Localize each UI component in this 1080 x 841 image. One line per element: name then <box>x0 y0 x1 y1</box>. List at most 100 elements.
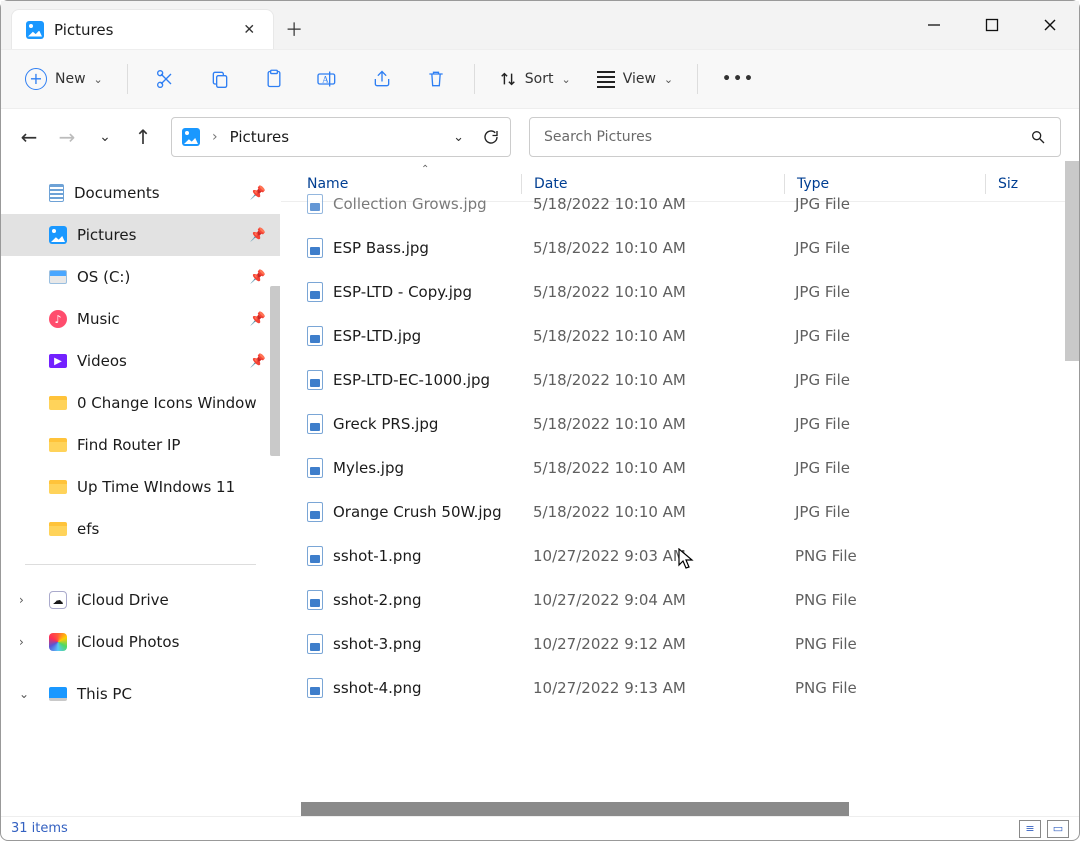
sidebar-item[interactable]: › iCloud Photos <box>1 621 280 663</box>
view-button[interactable]: View ⌄ <box>587 60 683 98</box>
vertical-scrollbar[interactable] <box>1065 121 1079 800</box>
cut-button[interactable] <box>142 60 190 98</box>
drive-icon <box>49 270 67 284</box>
sidebar-item[interactable]: Find Router IP <box>1 424 280 466</box>
minimize-button[interactable] <box>905 1 963 49</box>
tab-pictures[interactable]: Pictures ✕ <box>11 9 274 49</box>
sidebar-item-label: Up Time WIndows 11 <box>77 478 235 496</box>
pin-icon[interactable]: 📌 <box>250 312 266 327</box>
navigation-row: ← → ⌄ ↑ › Pictures ⌄ Search Pictures <box>1 109 1079 165</box>
file-type: JPG File <box>783 503 983 521</box>
chevron-right-icon[interactable]: › <box>19 635 24 649</box>
new-tab-button[interactable]: ＋ <box>274 9 314 49</box>
paste-button[interactable] <box>250 60 298 98</box>
address-bar[interactable]: › Pictures ⌄ <box>171 117 511 157</box>
file-type: JPG File <box>783 283 983 301</box>
tab-close-icon[interactable]: ✕ <box>243 22 255 38</box>
back-button[interactable]: ← <box>19 125 39 149</box>
chevron-down-icon[interactable]: ⌄ <box>19 687 29 701</box>
file-icon <box>307 634 323 654</box>
breadcrumb[interactable]: Pictures <box>230 128 289 146</box>
file-row[interactable]: ESP-LTD - Copy.jpg5/18/2022 10:10 AMJPG … <box>281 270 1079 314</box>
file-date: 10/27/2022 9:12 AM <box>521 635 783 653</box>
file-type: JPG File <box>783 459 983 477</box>
share-button[interactable] <box>358 60 406 98</box>
forward-button[interactable]: → <box>57 125 77 149</box>
sort-button[interactable]: Sort ⌄ <box>489 60 581 98</box>
recent-locations-button[interactable]: ⌄ <box>95 129 115 145</box>
sidebar-item-label: This PC <box>77 685 132 703</box>
separator <box>697 64 698 94</box>
rename-button[interactable]: A <box>304 60 352 98</box>
sidebar-item[interactable]: ♪ Music 📌 <box>1 298 280 340</box>
chevron-right-icon[interactable]: › <box>19 593 24 607</box>
maximize-button[interactable] <box>963 1 1021 49</box>
file-row[interactable]: sshot-4.png10/27/2022 9:13 AMPNG File <box>281 666 1079 710</box>
file-row[interactable]: ESP-LTD-EC-1000.jpg5/18/2022 10:10 AMJPG… <box>281 358 1079 402</box>
file-row[interactable]: sshot-2.png10/27/2022 9:04 AMPNG File <box>281 578 1079 622</box>
file-name: ESP-LTD.jpg <box>333 327 421 345</box>
delete-button[interactable] <box>412 60 460 98</box>
file-date: 5/18/2022 10:10 AM <box>521 503 783 521</box>
copy-button[interactable] <box>196 60 244 98</box>
tab-title: Pictures <box>54 21 113 39</box>
sidebar-item[interactable]: efs <box>1 508 280 550</box>
sidebar-item-label: iCloud Drive <box>77 591 169 609</box>
file-icon <box>307 282 323 302</box>
file-icon <box>307 678 323 698</box>
file-name: sshot-1.png <box>333 547 421 565</box>
pin-icon[interactable]: 📌 <box>250 228 266 243</box>
file-row[interactable]: ESP-LTD.jpg5/18/2022 10:10 AMJPG File <box>281 314 1079 358</box>
pin-icon[interactable]: 📌 <box>250 354 266 369</box>
sidebar-item[interactable]: Documents📌 <box>1 172 280 214</box>
file-row[interactable]: sshot-1.png10/27/2022 9:03 AMPNG File <box>281 534 1079 578</box>
file-name: Myles.jpg <box>333 459 404 477</box>
sidebar-item[interactable]: OS (C:)📌 <box>1 256 280 298</box>
pin-icon[interactable]: 📌 <box>250 270 266 285</box>
file-row[interactable]: Orange Crush 50W.jpg5/18/2022 10:10 AMJP… <box>281 490 1079 534</box>
sort-icon <box>499 70 517 88</box>
thumbnails-view-button[interactable]: ▭ <box>1047 820 1069 838</box>
file-row[interactable]: Myles.jpg5/18/2022 10:10 AMJPG File <box>281 446 1079 490</box>
details-view-button[interactable]: ≡ <box>1019 820 1041 838</box>
sidebar-item[interactable]: ▶Videos📌 <box>1 340 280 382</box>
chevron-down-icon: ⌄ <box>94 73 103 86</box>
file-date: 5/18/2022 10:10 AM <box>521 239 783 257</box>
refresh-icon[interactable] <box>482 128 500 146</box>
close-button[interactable] <box>1021 1 1079 49</box>
sidebar-item-label: Pictures <box>77 226 136 244</box>
file-row[interactable]: Greck PRS.jpg5/18/2022 10:10 AMJPG File <box>281 402 1079 446</box>
file-name: sshot-2.png <box>333 591 421 609</box>
file-list[interactable]: Collection Grows.jpg5/18/2022 10:10 AMJP… <box>281 182 1079 802</box>
more-button[interactable]: ••• <box>712 60 765 98</box>
sidebar-scrollbar[interactable] <box>270 286 280 586</box>
file-row[interactable]: sshot-3.png10/27/2022 9:12 AMPNG File <box>281 622 1079 666</box>
sidebar-item[interactable]: Up Time WIndows 11 <box>1 466 280 508</box>
sidebar-item[interactable]: ›☁iCloud Drive <box>1 579 280 621</box>
music-icon: ♪ <box>49 310 67 328</box>
sidebar-item-label: Music <box>77 310 120 328</box>
up-button[interactable]: ↑ <box>133 125 153 149</box>
file-date: 10/27/2022 9:13 AM <box>521 679 783 697</box>
share-icon <box>372 69 392 89</box>
sidebar-item[interactable]: 0 Change Icons Window <box>1 382 280 424</box>
horizontal-scrollbar[interactable] <box>281 802 1079 816</box>
toolbar: + New ⌄ A Sort ⌄ View ⌄ ••• <box>1 49 1079 109</box>
file-type: JPG File <box>783 195 983 213</box>
file-type: JPG File <box>783 371 983 389</box>
sidebar-item-label: Videos <box>77 352 127 370</box>
search-box[interactable]: Search Pictures <box>529 117 1061 157</box>
sidebar-item-this-pc[interactable]: ⌄ This PC <box>1 673 280 715</box>
pin-icon[interactable]: 📌 <box>250 186 266 201</box>
chevron-down-icon[interactable]: ⌄ <box>453 130 464 145</box>
file-row[interactable]: Collection Grows.jpg5/18/2022 10:10 AMJP… <box>281 182 1079 226</box>
file-row[interactable]: ESP Bass.jpg5/18/2022 10:10 AMJPG File <box>281 226 1079 270</box>
breadcrumb-separator: › <box>212 129 218 145</box>
sidebar-item-label: iCloud Photos <box>77 633 179 651</box>
file-icon <box>307 458 323 478</box>
file-type: JPG File <box>783 239 983 257</box>
new-button[interactable]: + New ⌄ <box>15 60 113 98</box>
file-name: Collection Grows.jpg <box>333 195 487 213</box>
sidebar-item[interactable]: Pictures 📌 <box>1 214 280 256</box>
file-name: Greck PRS.jpg <box>333 415 438 433</box>
